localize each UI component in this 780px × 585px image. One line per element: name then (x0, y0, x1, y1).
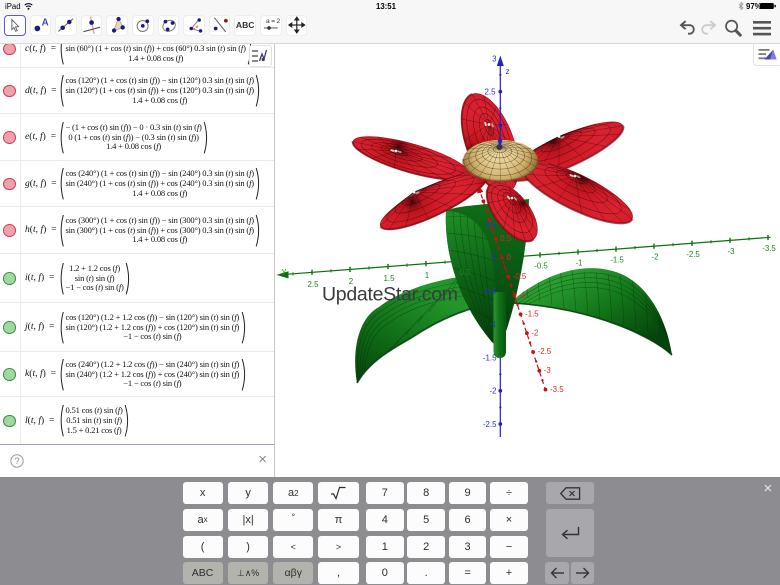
svg-text:-2.5: -2.5 (483, 420, 497, 429)
svg-text:0.5: 0.5 (500, 234, 512, 243)
svg-text:-0.5: -0.5 (513, 272, 527, 281)
svg-text:1.5: 1.5 (384, 274, 396, 283)
svg-text:-2.5: -2.5 (538, 347, 552, 356)
svg-text:-1.5: -1.5 (610, 256, 624, 265)
svg-text:z: z (506, 67, 510, 76)
svg-text:-1: -1 (489, 320, 496, 329)
svg-text:-0.5: -0.5 (534, 261, 548, 270)
svg-text:a = 2: a = 2 (266, 18, 281, 25)
svg-text:-2: -2 (531, 328, 538, 337)
svg-text:-0.5: -0.5 (483, 287, 497, 296)
svg-text:UpdateStar.com: UpdateStar.com (322, 284, 458, 306)
svg-text:2.5: 2.5 (485, 88, 497, 97)
svg-text:1: 1 (425, 271, 429, 280)
svg-text:0.5: 0.5 (486, 220, 498, 229)
svg-text:-3.5: -3.5 (762, 244, 776, 253)
svg-text:-1.5: -1.5 (483, 353, 497, 362)
svg-text:-1.5: -1.5 (525, 310, 539, 319)
svg-text:-3.5: -3.5 (550, 385, 564, 394)
svg-text:-2: -2 (651, 253, 658, 262)
svg-text:2.5: 2.5 (308, 280, 320, 289)
svg-text:-3: -3 (544, 366, 552, 375)
svg-text:3: 3 (492, 55, 497, 64)
svg-text:-2.5: -2.5 (686, 250, 700, 259)
svg-text:-2: -2 (489, 387, 496, 396)
svg-text:0.5: 0.5 (460, 268, 472, 277)
svg-text:-1: -1 (519, 291, 526, 300)
svg-text:A: A (41, 18, 48, 29)
svg-text:-3: -3 (727, 247, 735, 256)
svg-text:0: 0 (492, 254, 497, 263)
svg-text:0: 0 (507, 253, 512, 262)
svg-text:?: ? (14, 456, 19, 466)
svg-text:-1: -1 (575, 259, 582, 268)
